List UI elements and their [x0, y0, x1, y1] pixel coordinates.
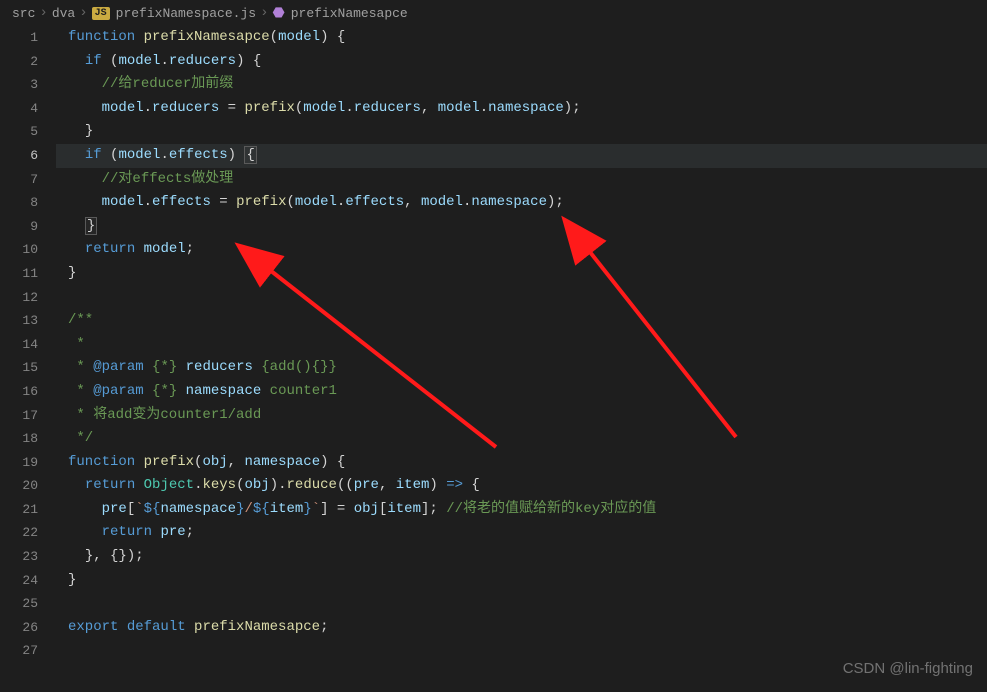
code-line[interactable]: pre[`${namespace}/${item}`] = obj[item];… — [56, 498, 987, 522]
code-line[interactable]: */ — [56, 427, 987, 451]
code-line[interactable]: } — [56, 215, 987, 239]
code-line[interactable]: model.reducers = prefix(model.reducers, … — [56, 97, 987, 121]
code-line[interactable]: if (model.reducers) { — [56, 50, 987, 74]
brace-match: { — [244, 146, 256, 164]
chevron-right-icon: › — [260, 5, 268, 21]
code-line[interactable]: * — [56, 333, 987, 357]
code-line[interactable]: return model; — [56, 238, 987, 262]
chevron-right-icon: › — [39, 5, 47, 21]
code-line[interactable] — [56, 592, 987, 616]
code-line[interactable]: * @param {*} namespace counter1 — [56, 380, 987, 404]
js-file-icon: JS — [92, 7, 110, 20]
breadcrumb[interactable]: src › dva › JS prefixNamespace.js › ⬣ pr… — [0, 0, 987, 26]
code-line[interactable]: } — [56, 120, 987, 144]
code-editor[interactable]: 1 2 3 4 5 6 7 8 9 10 11 12 13 14 15 16 1… — [0, 26, 987, 663]
code-line[interactable]: } — [56, 262, 987, 286]
breadcrumb-file[interactable]: prefixNamespace.js — [116, 6, 256, 21]
code-line[interactable] — [56, 286, 987, 310]
code-line[interactable]: export default prefixNamesapce; — [56, 616, 987, 640]
breadcrumb-symbol[interactable]: prefixNamesapce — [291, 6, 408, 21]
code-line[interactable]: return Object.keys(obj).reduce((pre, ite… — [56, 474, 987, 498]
chevron-right-icon: › — [79, 5, 87, 21]
code-line-current[interactable]: if (model.effects) { — [56, 144, 987, 168]
watermark: CSDN @lin-fighting — [843, 660, 973, 677]
code-line[interactable]: model.effects = prefix(model.effects, mo… — [56, 191, 987, 215]
symbol-function-icon: ⬣ — [272, 5, 284, 22]
code-line[interactable]: } — [56, 569, 987, 593]
breadcrumb-seg[interactable]: dva — [52, 6, 75, 21]
code-line[interactable]: * @param {*} reducers {add(){}} — [56, 356, 987, 380]
code-line[interactable]: function prefix(obj, namespace) { — [56, 451, 987, 475]
line-gutter: 1 2 3 4 5 6 7 8 9 10 11 12 13 14 15 16 1… — [0, 26, 56, 663]
code-line[interactable]: //对effects做处理 — [56, 168, 987, 192]
breadcrumb-seg[interactable]: src — [12, 6, 35, 21]
brace-match: } — [85, 217, 97, 235]
code-line[interactable]: return pre; — [56, 521, 987, 545]
code-line[interactable]: }, {}); — [56, 545, 987, 569]
code-line[interactable]: * 将add变为counter1/add — [56, 404, 987, 428]
code-area[interactable]: function prefixNamesapce(model) { if (mo… — [56, 26, 987, 663]
code-line[interactable]: function prefixNamesapce(model) { — [56, 26, 987, 50]
code-line[interactable]: /** — [56, 309, 987, 333]
code-line[interactable]: //给reducer加前缀 — [56, 73, 987, 97]
